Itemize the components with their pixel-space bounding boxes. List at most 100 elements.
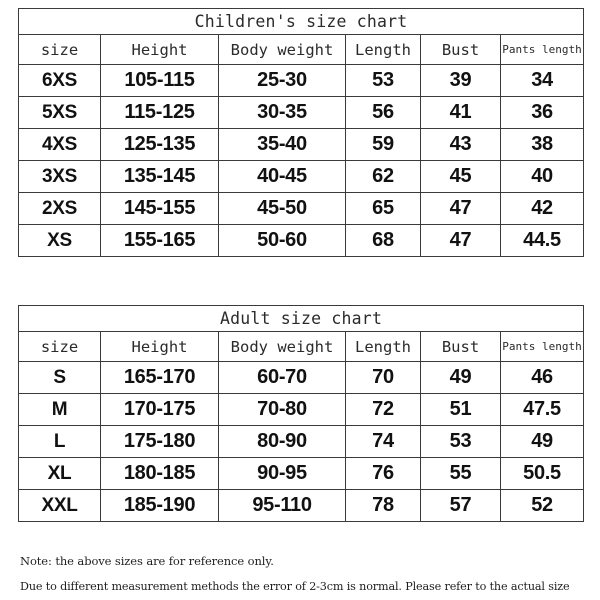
cell-body-weight: 40-45 [218,160,346,193]
cell-length: 56 [345,96,421,129]
children-size-chart-table: Children's size chart size Height Body w… [17,8,585,257]
cell-body-weight: 80-90 [218,425,346,458]
column-header-pants-length: Pants length [499,34,585,65]
table-row: 3XS 135-145 40-45 62 45 40 [18,160,585,193]
cell-height: 135-145 [100,160,219,193]
table-row: 6XS 105-115 25-30 53 39 34 [18,64,585,97]
table-row: XS 155-165 50-60 68 47 44.5 [18,224,585,257]
column-header-size: size [18,34,101,65]
cell-pants-length: 52 [499,489,585,522]
cell-height: 165-170 [100,361,219,394]
column-header-pants-length: Pants length [499,331,585,362]
adult-size-chart-table: Adult size chart size Height Body weight… [17,305,585,522]
cell-bust: 51 [420,393,501,426]
cell-pants-length: 44.5 [499,224,585,257]
cell-bust: 43 [420,128,501,161]
cell-size: XXL [18,489,101,522]
table-row: S 165-170 60-70 70 49 46 [18,361,585,394]
cell-height: 180-185 [100,457,219,490]
cell-size: M [18,393,101,426]
cell-length: 53 [345,64,421,97]
cell-body-weight: 30-35 [218,96,346,129]
cell-height: 185-190 [100,489,219,522]
cell-pants-length: 47.5 [499,393,585,426]
cell-pants-length: 42 [499,192,585,225]
cell-length: 65 [345,192,421,225]
cell-bust: 55 [420,457,501,490]
cell-bust: 47 [420,224,501,257]
cell-pants-length: 38 [499,128,585,161]
table-row: XL 180-185 90-95 76 55 50.5 [18,457,585,490]
cell-size: 4XS [18,128,101,161]
cell-body-weight: 70-80 [218,393,346,426]
cell-bust: 57 [420,489,501,522]
cell-pants-length: 40 [499,160,585,193]
cell-pants-length: 34 [499,64,585,97]
column-header-bust: Bust [420,34,501,65]
cell-body-weight: 90-95 [218,457,346,490]
children-table-title: Children's size chart [17,8,585,35]
cell-size: XS [18,224,101,257]
cell-height: 175-180 [100,425,219,458]
table-row: M 170-175 70-80 72 51 47.5 [18,393,585,426]
cell-body-weight: 45-50 [218,192,346,225]
cell-length: 59 [345,128,421,161]
cell-body-weight: 50-60 [218,224,346,257]
cell-body-weight: 95-110 [218,489,346,522]
cell-bust: 49 [420,361,501,394]
column-header-height: Height [100,331,219,362]
cell-size: XL [18,457,101,490]
cell-pants-length: 36 [499,96,585,129]
footer-notes: Note: the above sizes are for reference … [20,548,590,600]
cell-bust: 41 [420,96,501,129]
cell-length: 70 [345,361,421,394]
cell-bust: 45 [420,160,501,193]
note-line-1: Note: the above sizes are for reference … [20,554,274,568]
cell-bust: 47 [420,192,501,225]
cell-length: 68 [345,224,421,257]
cell-size: 3XS [18,160,101,193]
column-header-size: size [18,331,101,362]
cell-size: 2XS [18,192,101,225]
cell-size: L [18,425,101,458]
table-row: 4XS 125-135 35-40 59 43 38 [18,128,585,161]
cell-body-weight: 35-40 [218,128,346,161]
cell-bust: 39 [420,64,501,97]
cell-length: 74 [345,425,421,458]
cell-height: 155-165 [100,224,219,257]
cell-size: S [18,361,101,394]
cell-height: 145-155 [100,192,219,225]
adult-table-title-row: Adult size chart [17,305,585,332]
adult-table-title: Adult size chart [17,305,585,332]
column-header-body-weight: Body weight [218,331,346,362]
table-row: XXL 185-190 95-110 78 57 52 [18,489,585,522]
adult-table-header-row: size Height Body weight Length Bust Pant… [18,331,585,362]
column-header-length: Length [345,34,421,65]
cell-size: 5XS [18,96,101,129]
cell-pants-length: 49 [499,425,585,458]
table-row: L 175-180 80-90 74 53 49 [18,425,585,458]
column-header-bust: Bust [420,331,501,362]
cell-height: 170-175 [100,393,219,426]
cell-body-weight: 60-70 [218,361,346,394]
cell-height: 115-125 [100,96,219,129]
cell-pants-length: 46 [499,361,585,394]
cell-height: 105-115 [100,64,219,97]
column-header-length: Length [345,331,421,362]
cell-length: 72 [345,393,421,426]
size-chart-sheet: Children's size chart size Height Body w… [0,0,600,600]
table-row: 2XS 145-155 45-50 65 47 42 [18,192,585,225]
cell-bust: 53 [420,425,501,458]
cell-length: 78 [345,489,421,522]
cell-pants-length: 50.5 [499,457,585,490]
cell-size: 6XS [18,64,101,97]
cell-length: 76 [345,457,421,490]
cell-height: 125-135 [100,128,219,161]
column-header-body-weight: Body weight [218,34,346,65]
cell-length: 62 [345,160,421,193]
note-line-2: Due to different measurement methods the… [20,580,570,593]
cell-body-weight: 25-30 [218,64,346,97]
children-table-header-row: size Height Body weight Length Bust Pant… [18,34,585,65]
column-header-height: Height [100,34,219,65]
children-table-title-row: Children's size chart [17,8,585,35]
